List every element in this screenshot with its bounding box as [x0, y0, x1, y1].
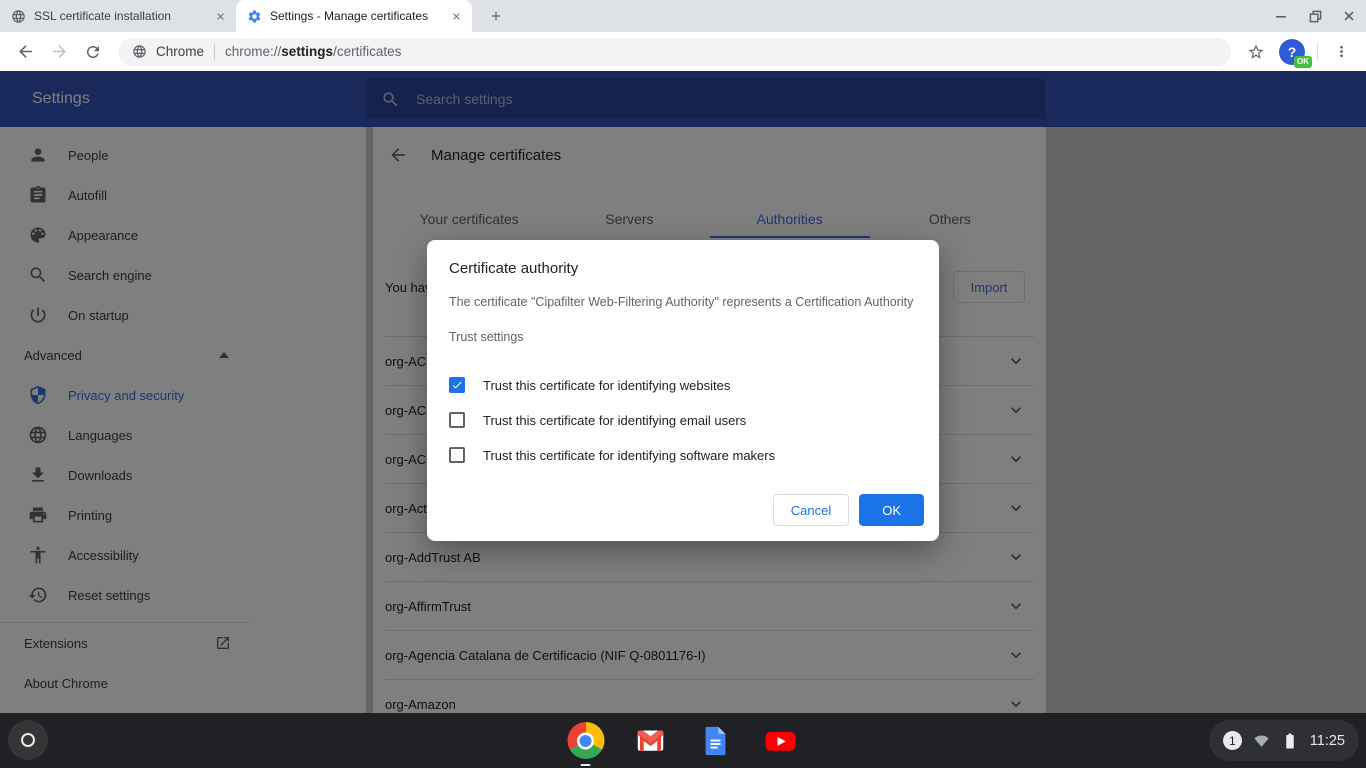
- omnibox[interactable]: Chrome chrome://settings/certificates: [118, 38, 1231, 66]
- checkbox-row-websites[interactable]: Trust this certificate for identifying w…: [449, 369, 917, 401]
- avatar[interactable]: ? OK: [1279, 39, 1305, 65]
- checkbox-label: Trust this certificate for identifying w…: [483, 378, 730, 393]
- ok-button[interactable]: OK: [859, 494, 924, 526]
- close-window-icon[interactable]: [1332, 0, 1366, 32]
- tab-close-icon[interactable]: [212, 8, 228, 24]
- notification-badge: 1: [1223, 731, 1242, 750]
- certificate-authority-dialog: Certificate authority The certificate "C…: [427, 240, 939, 541]
- browser-menu-icon[interactable]: [1326, 37, 1356, 67]
- trust-settings-label: Trust settings: [449, 330, 917, 345]
- tab-title: SSL certificate installation: [34, 9, 212, 23]
- browser-toolbar: Chrome chrome://settings/certificates ? …: [0, 32, 1366, 71]
- omnibox-url-path: /certificates: [333, 44, 401, 59]
- browser-tab-ssl[interactable]: SSL certificate installation: [0, 0, 236, 32]
- chrome-app-icon[interactable]: [567, 722, 605, 760]
- globe-favicon-icon: [10, 8, 26, 24]
- battery-icon: [1281, 732, 1299, 750]
- site-info-icon[interactable]: [132, 44, 147, 59]
- tab-close-icon[interactable]: [448, 8, 464, 24]
- launcher-icon: [21, 733, 35, 747]
- omnibox-url-scheme: chrome://: [225, 44, 281, 59]
- avatar-ok-badge: OK: [1294, 56, 1312, 68]
- cancel-button[interactable]: Cancel: [773, 494, 849, 526]
- new-tab-button[interactable]: [482, 2, 510, 30]
- toolbar-divider: [1317, 43, 1318, 61]
- reload-icon[interactable]: [78, 37, 108, 67]
- tab-strip: SSL certificate installation Settings - …: [0, 0, 1366, 32]
- shelf-apps: [567, 713, 800, 768]
- dialog-buttons: Cancel OK: [773, 494, 924, 526]
- omnibox-site-label: Chrome: [156, 44, 204, 59]
- checkbox-label: Trust this certificate for identifying s…: [483, 448, 775, 463]
- clock: 11:25: [1310, 733, 1345, 749]
- chromeos-shelf: 1 11:25: [0, 713, 1366, 768]
- minimize-icon[interactable]: [1264, 0, 1298, 32]
- screen: SSL certificate installation Settings - …: [0, 0, 1366, 768]
- toolbar-right: ? OK: [1239, 37, 1358, 67]
- dialog-title: Certificate authority: [449, 260, 917, 277]
- checkbox-checked-icon[interactable]: [449, 377, 465, 393]
- docs-app-icon[interactable]: [697, 722, 735, 760]
- restore-icon[interactable]: [1298, 0, 1332, 32]
- wifi-icon: [1253, 732, 1270, 749]
- settings-gear-favicon-icon: [246, 8, 262, 24]
- checkbox-row-email[interactable]: Trust this certificate for identifying e…: [449, 404, 917, 436]
- status-tray[interactable]: 1 11:25: [1209, 720, 1359, 761]
- tab-title: Settings - Manage certificates: [270, 9, 448, 23]
- launcher-button[interactable]: [8, 720, 48, 760]
- back-icon[interactable]: [10, 37, 40, 67]
- active-app-indicator: [581, 764, 591, 766]
- omnibox-separator: [214, 44, 215, 60]
- bookmark-star-icon[interactable]: [1241, 37, 1271, 67]
- checkbox-label: Trust this certificate for identifying e…: [483, 413, 746, 428]
- checkbox-unchecked-icon[interactable]: [449, 412, 465, 428]
- omnibox-url-host: settings: [281, 44, 333, 59]
- browser-tab-settings[interactable]: Settings - Manage certificates: [236, 0, 472, 32]
- youtube-app-icon[interactable]: [762, 722, 800, 760]
- dialog-body-text: The certificate "Cipafilter Web-Filterin…: [449, 295, 917, 310]
- checkbox-unchecked-icon[interactable]: [449, 447, 465, 463]
- forward-icon[interactable]: [44, 37, 74, 67]
- gmail-app-icon[interactable]: [632, 722, 670, 760]
- window-controls: [1264, 0, 1366, 32]
- checkbox-row-software[interactable]: Trust this certificate for identifying s…: [449, 439, 917, 471]
